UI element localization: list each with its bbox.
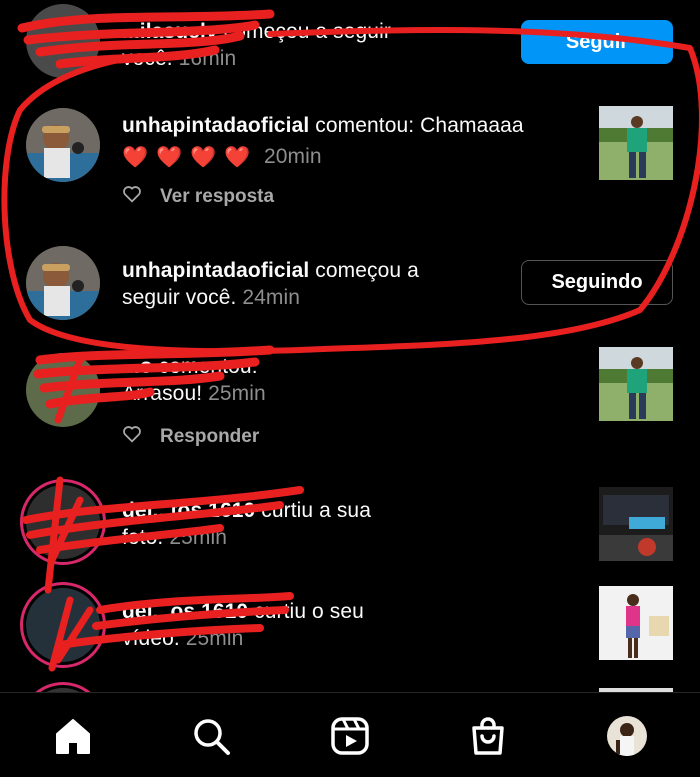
notification-text: ...o comentou: Arrasou! 25min: [122, 353, 266, 407]
notification-text: dei...os.1610 curtiu o seu vídeo. 25min: [122, 598, 364, 652]
action-text-2: você.: [122, 47, 173, 70]
notification-row[interactable]: [0, 682, 700, 692]
heart-emoji: ❤️: [156, 145, 183, 169]
search-icon[interactable]: [190, 715, 232, 757]
action-text: curtiu a sua: [261, 499, 371, 522]
username[interactable]: unhapintadaoficial: [122, 259, 309, 282]
heart-emoji: ❤️: [224, 145, 251, 169]
action-text: comentou:: [158, 355, 258, 378]
action-text: começou a: [315, 259, 419, 282]
username[interactable]: dei...tos.1610: [122, 499, 255, 522]
avatar[interactable]: [26, 4, 100, 78]
activity-feed: ...ilasuelv começou a seguir você. 16min…: [0, 0, 700, 692]
reels-icon[interactable]: [329, 715, 371, 757]
notification-text: dei...tos.1610 curtiu a sua foto. 25min: [122, 497, 371, 551]
action-text: comentou: Chamaaaa: [315, 114, 524, 137]
post-photo: [599, 487, 673, 561]
action-text-2: foto.: [122, 526, 164, 549]
timestamp: 24min: [242, 286, 301, 309]
timestamp: 25min: [169, 526, 228, 549]
heart-outline-icon[interactable]: [122, 425, 142, 449]
timestamp: 25min: [185, 627, 244, 650]
shop-icon[interactable]: [467, 715, 509, 757]
avatar[interactable]: [26, 246, 100, 320]
reply-link[interactable]: Ver resposta: [122, 185, 274, 209]
reply-link[interactable]: Responder: [122, 425, 259, 449]
notification-row[interactable]: ...ilasuelv começou a seguir você. 16min…: [0, 0, 700, 80]
heart-emoji: ❤️: [122, 145, 149, 169]
reply-label[interactable]: Responder: [160, 426, 259, 447]
avatar[interactable]: [26, 353, 100, 427]
action-text: curtiu o seu: [254, 600, 364, 623]
action-text: começou a seguir: [223, 20, 391, 43]
reply-label[interactable]: Ver resposta: [160, 186, 274, 207]
timestamp: 16min: [178, 47, 237, 70]
post-thumbnail[interactable]: [599, 106, 673, 180]
username[interactable]: dei...os.1610: [122, 600, 248, 623]
video-photo: [599, 586, 673, 660]
action-text-2: seguir você.: [122, 286, 237, 309]
post-photo: [599, 347, 673, 421]
following-button[interactable]: Seguindo: [521, 260, 673, 305]
notification-text: ...ilasuelv começou a seguir você. 16min: [122, 18, 391, 72]
notification-row[interactable]: dei...os.1610 curtiu o seu vídeo. 25min: [0, 578, 700, 678]
home-icon[interactable]: [52, 715, 94, 757]
avatar-photo: [26, 108, 100, 182]
avatar-story-ring[interactable]: [26, 588, 100, 662]
post-thumbnail[interactable]: [599, 347, 673, 421]
notification-row[interactable]: unhapintadaoficial comentou: Chamaaaa ❤️…: [0, 100, 700, 220]
timestamp: 25min: [208, 382, 266, 405]
follow-button[interactable]: Seguir: [521, 20, 673, 64]
username[interactable]: unhapintadaoficial: [122, 114, 309, 137]
username[interactable]: ...ilasuelv: [122, 20, 218, 43]
notification-row[interactable]: unhapintadaoficial começou a seguir você…: [0, 240, 700, 340]
action-text-2: vídeo.: [122, 627, 180, 650]
profile-avatar[interactable]: [607, 716, 647, 756]
heart-outline-icon[interactable]: [122, 185, 142, 209]
avatar-story-ring[interactable]: [26, 485, 100, 559]
post-thumbnail[interactable]: [599, 487, 673, 561]
timestamp: 20min: [263, 145, 322, 168]
bottom-tab-bar: [0, 692, 700, 777]
notification-row[interactable]: ...o comentou: Arrasou! 25min Responder: [0, 345, 700, 460]
post-photo: [599, 106, 673, 180]
action-text-2: Arrasou!: [122, 382, 203, 405]
avatar-photo: [26, 246, 100, 320]
avatar[interactable]: [26, 108, 100, 182]
hearts-row: ❤️ ❤️ ❤️ ❤️: [122, 143, 258, 171]
notification-row[interactable]: dei...tos.1610 curtiu a sua foto. 25min: [0, 475, 700, 575]
heart-emoji: ❤️: [190, 145, 217, 169]
username[interactable]: ...o: [122, 355, 153, 378]
notification-text: unhapintadaoficial comentou: Chamaaaa ❤️…: [122, 112, 524, 171]
notification-text: unhapintadaoficial começou a seguir você…: [122, 257, 419, 311]
video-thumbnail[interactable]: [599, 586, 673, 660]
